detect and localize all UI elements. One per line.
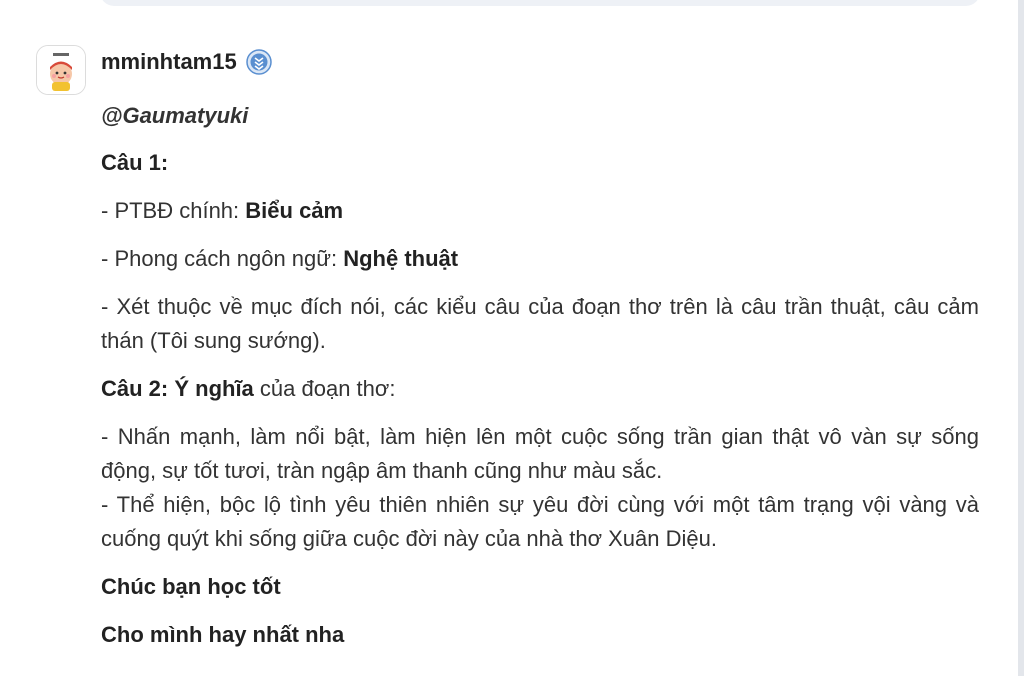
- answer-content: mminhtam15 @Gaumatyuki Câu 1: - PTBĐ chí…: [101, 44, 979, 652]
- username-link[interactable]: mminhtam15: [101, 49, 237, 75]
- ptbd-line: - PTBĐ chính: Biểu cảm: [101, 198, 344, 223]
- closing-line-2: Cho mình hay nhất nha: [101, 622, 345, 647]
- previous-answer-card: [100, 0, 980, 6]
- meaning-paragraph-2: - Thể hiện, bộc lộ tình yêu thiên nhiên …: [101, 492, 979, 551]
- meaning-paragraph-1: - Nhấn mạnh, làm nổi bật, làm hiện lên m…: [101, 424, 979, 483]
- sentence-types-paragraph: - Xét thuộc về mục đích nói, các kiểu câ…: [101, 294, 979, 353]
- rank-badge-icon: [245, 49, 272, 75]
- mention-link[interactable]: @Gaumatyuki: [101, 100, 979, 132]
- closing-line-1: Chúc bạn học tốt: [101, 574, 281, 599]
- answer-header: mminhtam15: [101, 44, 979, 80]
- user-avatar[interactable]: [36, 45, 86, 95]
- q1-heading: Câu 1:: [101, 150, 169, 175]
- scrollbar-track[interactable]: [1018, 0, 1024, 676]
- cartoon-avatar-icon: [37, 46, 85, 94]
- q2-heading: Câu 2: Ý nghĩa của đoạn thơ:: [101, 376, 396, 401]
- style-line: - Phong cách ngôn ngữ: Nghệ thuật: [101, 246, 459, 271]
